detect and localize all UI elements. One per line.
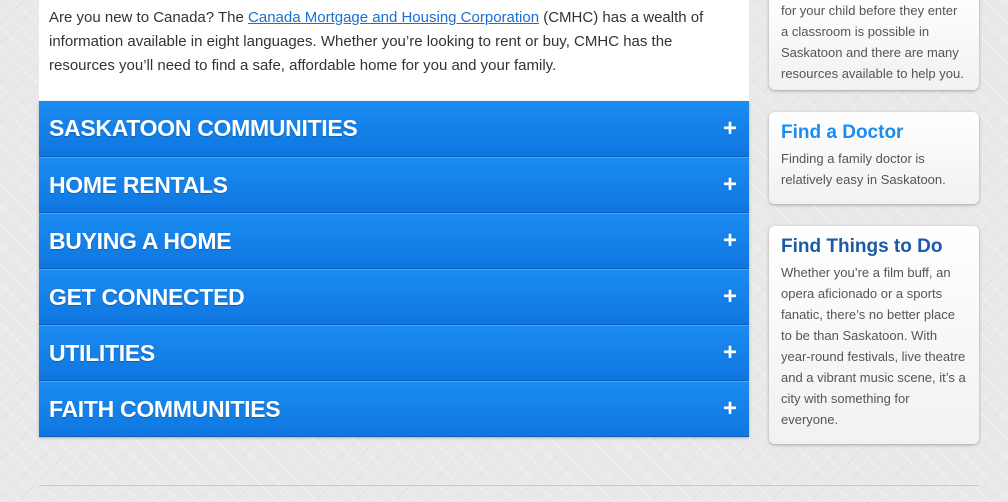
plus-icon[interactable]: + [721,397,739,421]
intro-text-before: Are you new to Canada? The [49,9,249,26]
sidebar-card-title[interactable]: Find a Doctor [781,122,967,144]
sidebar-card-text: for your child before they enter a class… [781,3,964,81]
accordion-item-label: SASKATOON COMMUNITIES [49,115,358,141]
plus-icon[interactable]: + [721,341,739,365]
accordion-item-label: BUYING A HOME [49,227,232,254]
plus-icon[interactable]: + [721,285,739,309]
sidebar-card-title[interactable]: Find Things to Do [781,236,967,258]
accordion: SASKATOON COMMUNITIES + HOME RENTALS + B… [39,101,749,437]
accordion-item-label: GET CONNECTED [49,283,245,310]
accordion-item-home-rentals[interactable]: HOME RENTALS + [39,157,749,213]
accordion-item-buying-a-home[interactable]: BUYING A HOME + [39,213,749,269]
plus-icon[interactable]: + [721,173,739,197]
accordion-item-label: UTILITIES [49,339,155,366]
accordion-item-label: HOME RENTALS [49,171,228,198]
sidebar-card-find-a-doctor[interactable]: Find a Doctor Finding a family doctor is… [769,112,979,204]
sidebar-card-text: Whether you’re a film buff, an opera afi… [781,265,966,427]
cmhc-link[interactable]: Canada Mortgage and Housing Corporation [248,9,539,26]
intro-paragraph: Are you new to Canada? The Canada Mortga… [39,0,749,101]
sidebar-card-text: Finding a family doctor is relatively ea… [781,151,946,187]
plus-icon[interactable]: + [721,116,739,141]
main-content: Are you new to Canada? The Canada Mortga… [39,0,749,437]
accordion-item-get-connected[interactable]: GET CONNECTED + [39,269,749,325]
accordion-item-label: FAITH COMMUNITIES [49,395,281,422]
accordion-item-faith-communities[interactable]: FAITH COMMUNITIES + [39,381,749,437]
sidebar-card-find-things-to-do[interactable]: Find Things to Do Whether you’re a film … [769,226,979,444]
plus-icon[interactable]: + [721,229,739,253]
accordion-item-saskatoon-communities[interactable]: SASKATOON COMMUNITIES + [39,101,749,157]
sidebar-card-school[interactable]: for your child before they enter a class… [769,0,979,90]
accordion-item-utilities[interactable]: UTILITIES + [39,325,749,381]
footer-divider [39,485,979,486]
